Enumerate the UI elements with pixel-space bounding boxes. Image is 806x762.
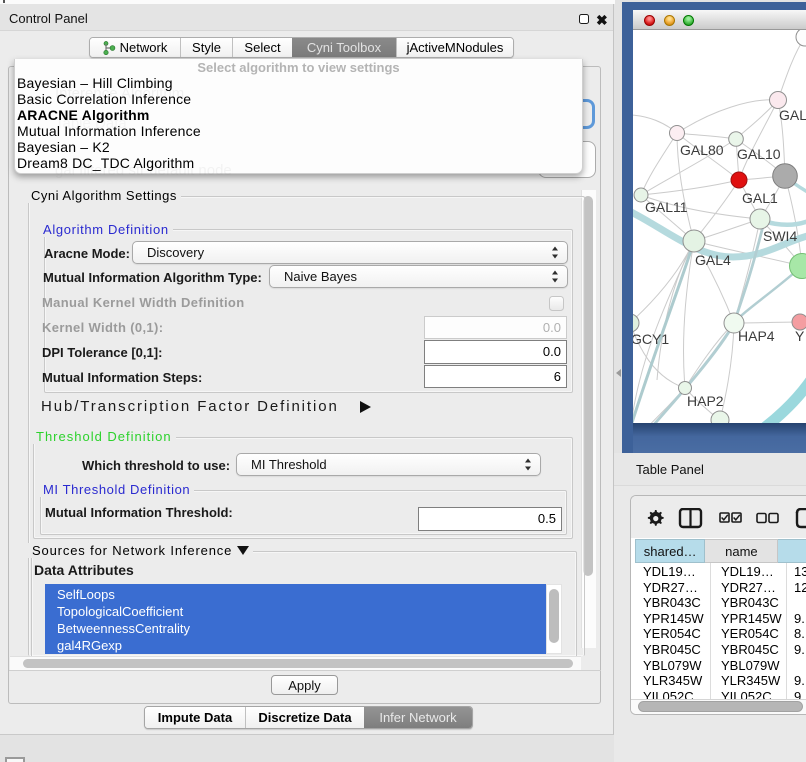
svg-text:GAL1: GAL1 <box>742 190 778 206</box>
svg-text:SWI4: SWI4 <box>763 228 797 244</box>
svg-text:GAL10: GAL10 <box>737 146 781 162</box>
svg-text:GAL: GAL <box>779 107 806 123</box>
svg-text:HAP2: HAP2 <box>687 393 724 409</box>
svg-text:HAP4: HAP4 <box>738 328 775 344</box>
svg-text:Y: Y <box>795 328 805 344</box>
svg-text:GAL11: GAL11 <box>645 199 688 215</box>
svg-text:GAL4: GAL4 <box>695 252 731 268</box>
svg-text:GCY1: GCY1 <box>633 331 669 347</box>
svg-text:GAL80: GAL80 <box>680 142 724 158</box>
